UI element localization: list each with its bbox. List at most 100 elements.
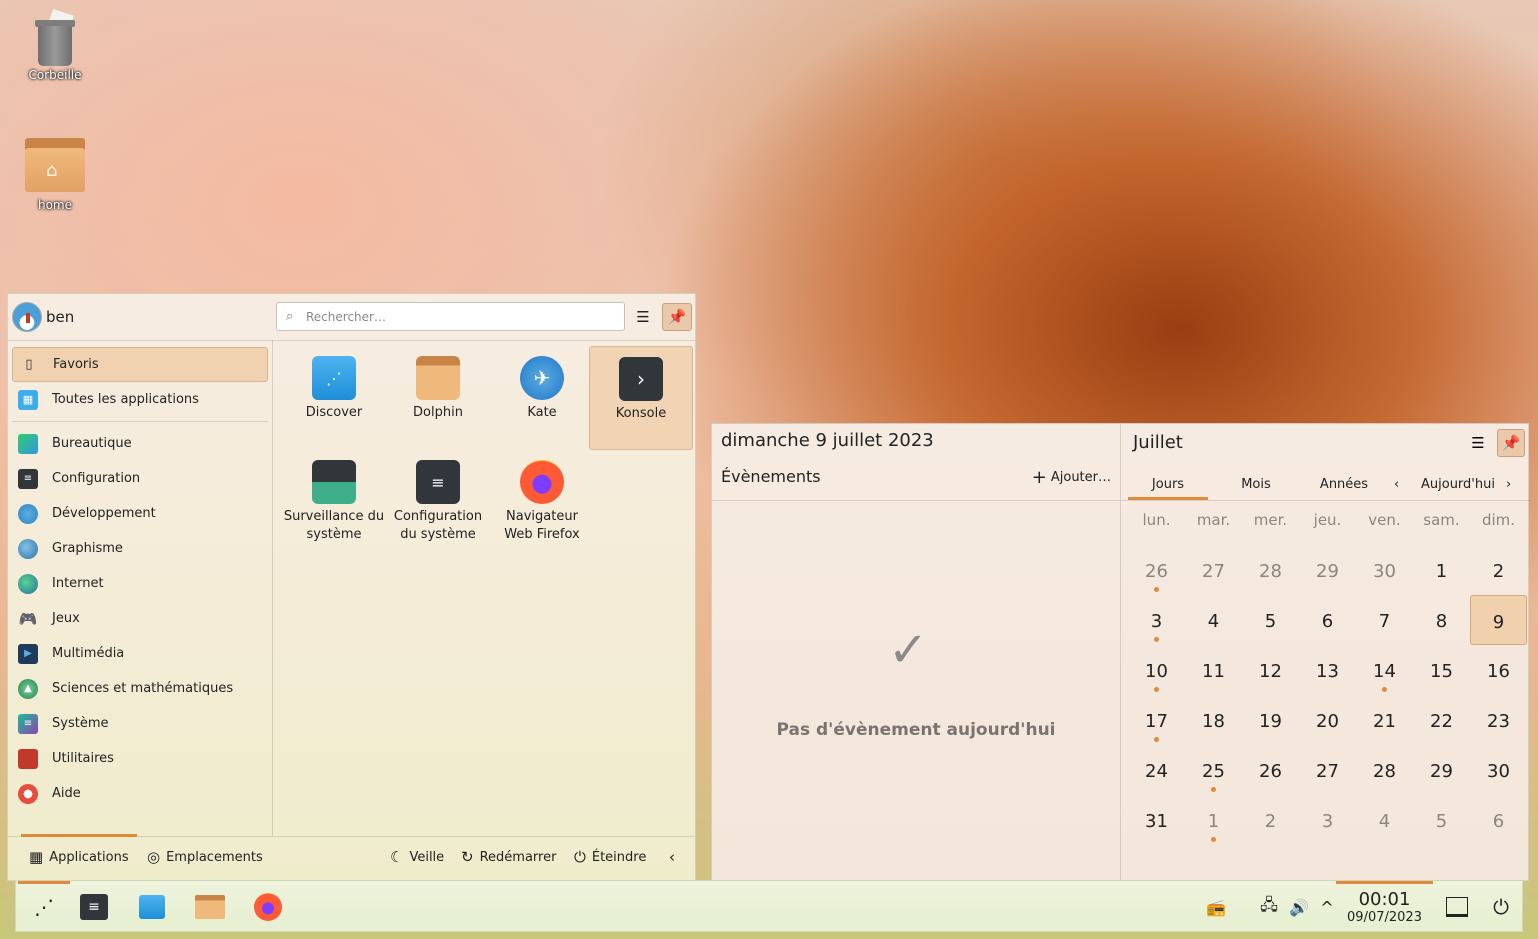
add-event-button[interactable]: + Ajouter…: [1032, 467, 1111, 488]
calendar-day[interactable]: 29: [1413, 745, 1470, 795]
taskbar-firefox[interactable]: [240, 881, 296, 933]
calendar-day[interactable]: 30: [1470, 745, 1527, 795]
calendar-day[interactable]: 25: [1185, 745, 1242, 795]
tab-applications[interactable]: ▦ Applications: [21, 834, 137, 880]
calendar-day[interactable]: 27: [1185, 545, 1242, 595]
calendar-day[interactable]: 20: [1299, 695, 1356, 745]
calendar-day[interactable]: 27: [1299, 745, 1356, 795]
calendar-day[interactable]: 15: [1413, 645, 1470, 695]
calendar-day[interactable]: 22: [1413, 695, 1470, 745]
app-dolphin[interactable]: Dolphin: [386, 346, 490, 450]
tab-months[interactable]: Mois: [1216, 468, 1296, 500]
calendar-day[interactable]: 5: [1413, 795, 1470, 845]
category-games[interactable]: 🎮 Jeux: [12, 601, 268, 636]
avatar[interactable]: [12, 302, 42, 332]
configure-button[interactable]: ☰: [628, 303, 658, 331]
category-configuration[interactable]: ≡ Configuration: [12, 461, 268, 496]
calendar-day[interactable]: 14: [1356, 645, 1413, 695]
category-office[interactable]: Bureautique: [12, 426, 268, 461]
calendar-day[interactable]: 2: [1470, 545, 1527, 595]
category-help[interactable]: Aide: [12, 776, 268, 811]
category-utilities[interactable]: Utilitaires: [12, 741, 268, 776]
calendar-day[interactable]: 6: [1299, 595, 1356, 645]
category-favorites[interactable]: ▯ Favoris: [12, 347, 268, 382]
calendar-day[interactable]: 3: [1128, 595, 1185, 645]
calendar-day[interactable]: 26: [1128, 545, 1185, 595]
power-button[interactable]: ⏻: [1486, 881, 1516, 933]
calendar-day[interactable]: 17: [1128, 695, 1185, 745]
desktop-icon-home[interactable]: ⌂ home: [10, 138, 100, 212]
category-system[interactable]: ≡ Système: [12, 706, 268, 741]
calendar-day[interactable]: 1: [1185, 795, 1242, 845]
calendar-day[interactable]: 4: [1356, 795, 1413, 845]
digital-clock[interactable]: 00:01 09/07/2023: [1336, 881, 1433, 933]
category-development[interactable]: Développement: [12, 496, 268, 531]
clock-time: 00:01: [1358, 889, 1411, 910]
app-system-monitor[interactable]: Surveillance du système: [282, 450, 386, 554]
app-launcher-button[interactable]: ⋰: [16, 881, 72, 933]
category-graphics[interactable]: Graphisme: [12, 531, 268, 566]
calendar-day[interactable]: 11: [1185, 645, 1242, 695]
calendar-day[interactable]: 26: [1242, 745, 1299, 795]
app-label: Navigateur Web Firefox: [504, 509, 580, 542]
more-button[interactable]: ‹: [669, 834, 681, 880]
calendar-day[interactable]: 4: [1185, 595, 1242, 645]
network-icon: 🖧: [1260, 894, 1278, 914]
taskbar-system-settings[interactable]: ≡: [66, 881, 122, 933]
next-month-button[interactable]: ›: [1506, 468, 1511, 500]
calendar-day[interactable]: 24: [1128, 745, 1185, 795]
previous-month-button[interactable]: ‹: [1394, 468, 1399, 500]
calendar-day[interactable]: 8: [1413, 595, 1470, 645]
category-label: Toutes les applications: [52, 392, 199, 407]
radio-button[interactable]: 📻: [1202, 881, 1230, 933]
calendar-day[interactable]: 7: [1356, 595, 1413, 645]
calendar-day[interactable]: 10: [1128, 645, 1185, 695]
today-button[interactable]: Aujourd'hui: [1421, 468, 1495, 500]
tab-places[interactable]: ◎ Emplacements: [139, 834, 271, 880]
category-science[interactable]: ▲ Sciences et mathématiques: [12, 671, 268, 706]
tab-years[interactable]: Années: [1304, 468, 1384, 500]
configure-calendar-button[interactable]: ☰: [1464, 429, 1492, 457]
shutdown-button[interactable]: ⏻ Éteindre: [574, 834, 646, 880]
volume-button[interactable]: 🔊: [1288, 881, 1310, 933]
calendar-day[interactable]: 12: [1242, 645, 1299, 695]
app-discover[interactable]: ⋰ Discover: [282, 346, 386, 450]
calendar-day[interactable]: 30: [1356, 545, 1413, 595]
category-all-apps[interactable]: ▦ Toutes les applications: [12, 382, 268, 417]
app-system-settings[interactable]: ≡ Configuration du système: [386, 450, 490, 554]
calendar-day[interactable]: 28: [1356, 745, 1413, 795]
app-kate[interactable]: ✈ Kate: [490, 346, 594, 450]
pin-calendar-button[interactable]: 📌: [1497, 429, 1525, 457]
app-konsole[interactable]: › Konsole: [589, 346, 693, 450]
calendar-day[interactable]: 19: [1242, 695, 1299, 745]
calendar-day[interactable]: 3: [1299, 795, 1356, 845]
calendar-day[interactable]: 23: [1470, 695, 1527, 745]
calendar-day[interactable]: 31: [1128, 795, 1185, 845]
search-input[interactable]: ⌕ Rechercher…: [276, 302, 625, 331]
calendar-day[interactable]: 2: [1242, 795, 1299, 845]
calendar-day[interactable]: 29: [1299, 545, 1356, 595]
show-desktop-button[interactable]: [1444, 881, 1470, 933]
pin-button[interactable]: 📌: [662, 303, 692, 331]
desktop-icon-trash[interactable]: Corbeille: [10, 8, 100, 82]
tab-days[interactable]: Jours: [1128, 468, 1208, 500]
taskbar-dolphin[interactable]: [182, 881, 238, 933]
calendar-day[interactable]: 21: [1356, 695, 1413, 745]
calendar-day-today[interactable]: 9: [1470, 595, 1527, 645]
category-multimedia[interactable]: ▶ Multimédia: [12, 636, 268, 671]
taskbar-discover[interactable]: [124, 881, 180, 933]
calendar-day[interactable]: 1: [1413, 545, 1470, 595]
restart-button[interactable]: ↻ Redémarrer: [461, 834, 556, 880]
sleep-button[interactable]: ☾ Veille: [390, 834, 444, 880]
network-button[interactable]: 🖧: [1258, 881, 1280, 933]
calendar-day[interactable]: 16: [1470, 645, 1527, 695]
calendar-day[interactable]: 13: [1299, 645, 1356, 695]
calendar-day[interactable]: 18: [1185, 695, 1242, 745]
app-label: Konsole: [615, 406, 667, 421]
category-internet[interactable]: Internet: [12, 566, 268, 601]
calendar-day[interactable]: 6: [1470, 795, 1527, 845]
app-firefox[interactable]: Navigateur Web Firefox: [490, 450, 594, 554]
calendar-day[interactable]: 28: [1242, 545, 1299, 595]
tray-expand-button[interactable]: ^: [1316, 881, 1338, 933]
calendar-day[interactable]: 5: [1242, 595, 1299, 645]
